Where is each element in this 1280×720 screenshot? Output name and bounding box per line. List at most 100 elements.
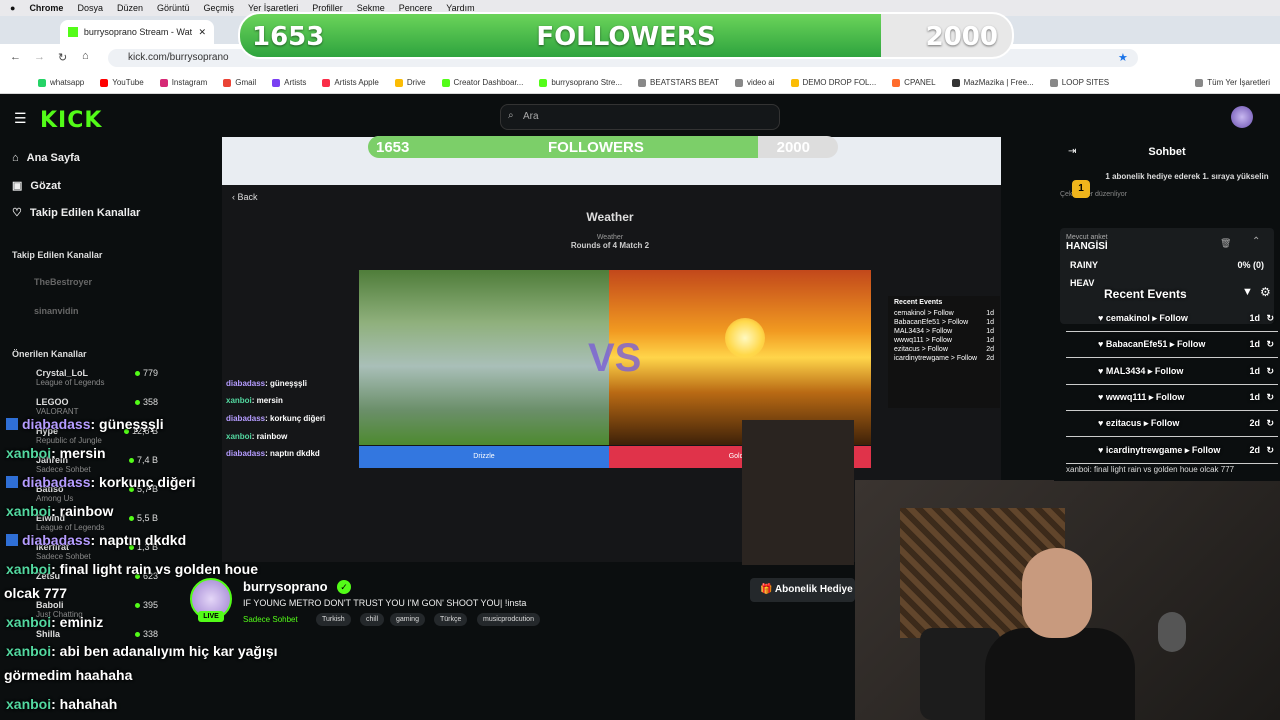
tab-title: burrysoprano Stream - Watch: [83, 27, 193, 37]
bookmark-instagram[interactable]: Instagram: [159, 78, 207, 87]
choice-button-left: Drizzle: [359, 446, 609, 468]
bookmark-creator-dashboard[interactable]: Creator Dashboar...: [441, 78, 523, 87]
game-title: Weather: [586, 210, 634, 224]
forward-icon[interactable]: →: [34, 51, 45, 63]
search-icon: ⌕: [508, 110, 514, 121]
overlay-message: xanboi: mersin: [6, 445, 106, 461]
stream-followers-target: 2000: [776, 139, 810, 156]
event-row: ♥ MAL3434 ▸ Follow 1d ↻: [1066, 366, 1278, 385]
heart-icon: ♥: [1098, 418, 1106, 428]
apple-icon[interactable]: ●: [10, 3, 15, 13]
streamer-body: [985, 628, 1135, 720]
gift-icon: 🎁: [760, 584, 773, 595]
bookmark-cpanel[interactable]: CPANEL: [892, 78, 936, 87]
bookmark-video-ai[interactable]: video ai: [734, 78, 775, 87]
settings-gear-icon[interactable]: ⚙: [1260, 285, 1271, 299]
recommended-channel[interactable]: Crystal_LoL League of Legends 779: [12, 368, 162, 387]
bookmark-beatstars[interactable]: BEATSTARS BEAT: [638, 78, 719, 87]
tab-close-icon[interactable]: ✕: [198, 27, 206, 38]
tag-chill[interactable]: chill: [360, 613, 385, 626]
poll-option[interactable]: RAINY 0% (0): [1060, 252, 1274, 270]
tag-musicprod[interactable]: musicprodcution: [477, 613, 540, 626]
overlay-message-cont: olcak 777: [4, 585, 68, 601]
bookmark-loop-sites[interactable]: LOOP SITES: [1049, 78, 1109, 87]
overlay-message: diabadass: naptın dkdkd: [6, 532, 186, 548]
followers-target: 2000: [925, 22, 998, 52]
sun-graphic: [725, 318, 765, 358]
menu-file[interactable]: Dosya: [77, 3, 103, 13]
filter-icon[interactable]: ▼: [1242, 286, 1253, 298]
rank-badge-icon: 1: [1072, 180, 1090, 198]
kick-badge-icon: [6, 476, 18, 488]
chat-overlay: diabadass: güneşşşli xanboi: mersin diab…: [0, 410, 360, 720]
game-subtitle: Weather Rounds of 4 Match 2: [570, 234, 650, 250]
bookmark-burrysoprano[interactable]: burrysoprano Stre...: [539, 78, 622, 87]
nav-browse[interactable]: ▣ Gözat: [12, 179, 61, 193]
kick-badge-icon: [6, 418, 18, 430]
heart-icon: ♥: [1098, 339, 1106, 349]
bookmark-drive[interactable]: Drive: [394, 78, 426, 87]
user-avatar[interactable]: [1231, 106, 1253, 128]
overlay-message: xanboi: final light rain vs golden houe: [6, 561, 259, 577]
event-row: ♥ wwwq111 ▸ Follow 1d ↻: [1066, 392, 1278, 411]
reload-icon[interactable]: ↻: [58, 51, 67, 64]
tag-turkce[interactable]: Türkçe: [434, 613, 468, 626]
back-icon[interactable]: ←: [10, 51, 21, 63]
kick-favicon-icon: [68, 27, 78, 37]
gift-sub-button[interactable]: 🎁 Abonelik Hediye: [750, 578, 855, 602]
heart-icon: ♥: [1098, 366, 1106, 376]
overlay-message-cont: görmedim haahaha: [4, 667, 133, 683]
bookmark-star-icon[interactable]: ★: [1118, 51, 1128, 64]
bookmark-whatsapp[interactable]: whatsapp: [38, 78, 84, 87]
home-icon[interactable]: ⌂: [82, 50, 89, 62]
streamer-head: [1022, 548, 1092, 638]
menu-hamburger-icon[interactable]: ☰: [14, 110, 27, 127]
bookmark-all[interactable]: Tüm Yer İşaretleri: [1195, 78, 1270, 87]
stream-followers-current: 1653: [376, 139, 410, 156]
followed-header: Takip Edilen Kanallar: [12, 250, 103, 260]
heart-icon: ♥: [1098, 313, 1106, 323]
vs-label: VS: [588, 336, 642, 380]
overlay-message: xanboi: abi ben adanalıyım hiç kar yağış…: [6, 643, 278, 659]
search-input[interactable]: Ara: [500, 104, 780, 130]
followed-channel[interactable]: sinanvidin: [12, 306, 162, 316]
kick-logo[interactable]: KICK: [40, 108, 102, 133]
bookmark-gmail[interactable]: Gmail: [223, 78, 256, 87]
choice-image-left: [359, 270, 609, 445]
overlay-message: xanboi: eminiz: [6, 614, 104, 630]
poll-collapse-icon[interactable]: ⌃: [1252, 236, 1260, 247]
followers-goal-label: FOLLOWERS: [536, 22, 716, 52]
overlay-message: diabadass: korkunç diğeri: [6, 474, 196, 490]
bookmark-mazmazika[interactable]: MazMazika | Free...: [951, 78, 1034, 87]
bookmark-youtube[interactable]: YouTube: [100, 78, 144, 87]
heart-icon: ♥: [1098, 392, 1106, 402]
browse-icon: ▣: [12, 180, 23, 192]
kick-badge-icon: [6, 534, 18, 546]
tag-gaming[interactable]: gaming: [390, 613, 425, 626]
poll-delete-icon[interactable]: 🗑: [1220, 238, 1231, 249]
menu-chrome[interactable]: Chrome: [29, 3, 63, 13]
nav-following[interactable]: ♡ Takip Edilen Kanallar: [12, 206, 140, 220]
menu-edit[interactable]: Düzen: [117, 3, 143, 13]
stream-followers-label: FOLLOWERS: [548, 139, 644, 156]
tab-kick-stream[interactable]: burrysoprano Stream - Watch ✕: [60, 20, 214, 44]
followed-channel[interactable]: TheBestroyer: [12, 277, 162, 287]
nav-home[interactable]: ⌂ Ana Sayfa: [12, 152, 80, 164]
pinned-message: 1 1 abonelik hediye ederek 1. sıraya yük…: [1060, 172, 1269, 198]
home-icon: ⌂: [12, 152, 19, 164]
microphone: [1158, 612, 1186, 652]
stream-followers-goal: 1653 FOLLOWERS 2000: [368, 136, 838, 158]
bookmarks-bar: whatsapp YouTube Instagram Gmail Artists…: [0, 72, 1280, 94]
heart-icon: ♥: [1098, 445, 1106, 455]
menu-view[interactable]: Görüntü: [157, 3, 190, 13]
bookmark-demo-drop[interactable]: DEMO DROP FOL...: [790, 78, 876, 87]
event-row: ♥ icardinytrewgame ▸ Follow 2d ↻: [1066, 445, 1278, 464]
stream-recent-events: Recent Events cemakinol > Follow 1d Baba…: [888, 296, 1000, 408]
overlay-message: xanboi: rainbow: [6, 503, 114, 519]
menu-history[interactable]: Geçmiş: [204, 3, 235, 13]
overlay-message: diabadass: güneşşşli: [6, 416, 164, 432]
event-row: ♥ cemakinol ▸ Follow 1d ↻: [1066, 313, 1278, 332]
recent-events-title: Recent Events: [1104, 287, 1187, 301]
bookmark-artists-apple[interactable]: Artists Apple: [322, 78, 379, 87]
bookmark-artists[interactable]: Artists: [272, 78, 306, 87]
